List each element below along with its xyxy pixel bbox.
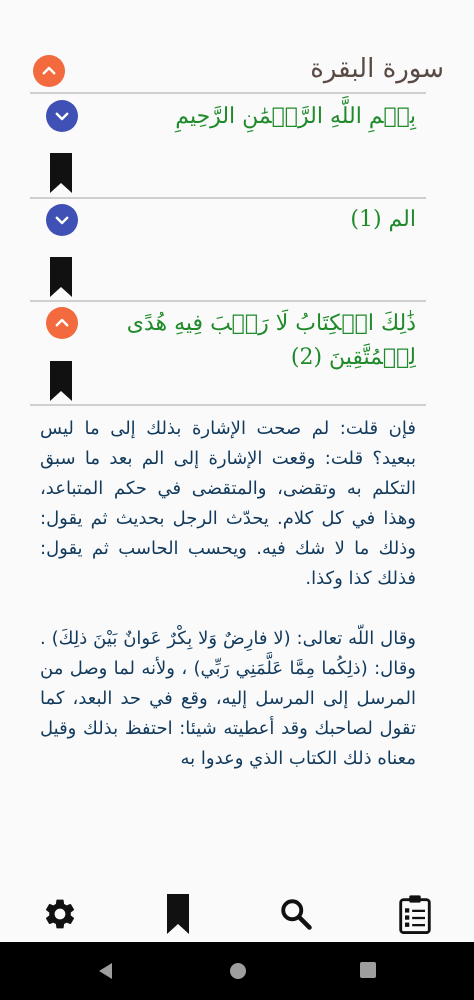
settings-button[interactable] xyxy=(40,894,80,934)
divider xyxy=(30,300,426,302)
divider xyxy=(30,404,426,406)
home-icon[interactable] xyxy=(228,961,248,981)
chevron-down-icon xyxy=(55,112,69,121)
search-icon xyxy=(281,899,312,930)
verse-text: بِسۡمِ اللَّهِ الرَّحۡمَٰنِ الرَّحِيمِ xyxy=(175,104,416,129)
divider xyxy=(30,197,426,199)
system-nav-bar xyxy=(0,942,474,1000)
screen: سورة البقرة بِسۡمِ اللَّهِ الرَّحۡمَٰنِ … xyxy=(0,0,474,942)
tafsir-paragraph: فإن قلت: لم صحت الإشارة بذلك إلى ما ليس … xyxy=(40,418,416,589)
recents-icon[interactable] xyxy=(359,961,377,979)
verse-line: لِلۡمُتَّقِينَ (2) xyxy=(290,345,416,370)
gear-icon xyxy=(45,899,75,929)
verse-text: الم (1) xyxy=(350,207,416,232)
clipboard-list-icon xyxy=(399,895,431,934)
expand-verse-button[interactable] xyxy=(46,204,78,236)
chevron-up-icon xyxy=(55,318,69,327)
collapse-verse-button[interactable] xyxy=(46,307,78,339)
surah-title: سورة البقرة xyxy=(310,54,444,84)
bottom-toolbar xyxy=(0,880,474,942)
tafsir-text: فإن قلت: لم صحت الإشارة بذلك إلى ما ليس … xyxy=(40,414,416,876)
bookmark-icon[interactable] xyxy=(50,257,72,297)
divider xyxy=(30,92,426,94)
bookmark-icon[interactable] xyxy=(50,361,72,401)
chevron-up-icon xyxy=(42,66,56,75)
collapse-surah-button[interactable] xyxy=(33,55,65,87)
contents-button[interactable] xyxy=(395,894,435,934)
back-icon[interactable] xyxy=(96,961,116,981)
chevron-down-icon xyxy=(55,216,69,225)
surah-header: سورة البقرة xyxy=(0,52,474,92)
bookmark-icon[interactable] xyxy=(50,153,72,193)
bookmarks-button[interactable] xyxy=(158,894,198,934)
tafsir-paragraph: وقال اللّه تعالى: (لا فارِضٌ وَلا بِكْرٌ… xyxy=(40,628,416,769)
bookmark-icon xyxy=(167,894,189,934)
verse-line: ذَٰلِكَ الۡكِتَابُ لَا رَيۡبَ فِيهِ هُدً… xyxy=(126,311,416,336)
expand-verse-button[interactable] xyxy=(46,100,78,132)
search-button[interactable] xyxy=(276,894,316,934)
verse-text: ذَٰلِكَ الۡكِتَابُ لَا رَيۡبَ فِيهِ هُدً… xyxy=(127,307,416,375)
